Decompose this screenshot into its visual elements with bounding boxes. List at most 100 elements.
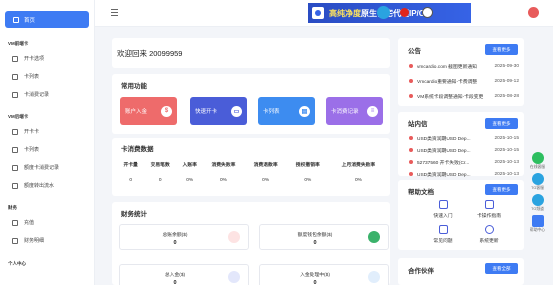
help-label: 快速入门: [433, 214, 453, 219]
transfer-icon: [12, 182, 18, 189]
floating-contact-bar: 在线客服 TG客服 TG频道 帮助中心: [527, 152, 548, 236]
finance-title: 财务统计: [121, 211, 147, 218]
stat-value: 0: [173, 280, 177, 285]
sidebar-section-vm-back: VM后端卡: [8, 114, 29, 119]
col-header: 上月消费失败率: [341, 162, 376, 168]
dollar-icon: $: [161, 105, 172, 117]
stat-total-deposit: 总入金($) 0: [119, 264, 249, 285]
deposit-label: 账户入金: [125, 109, 148, 115]
stat-cell: 0%: [304, 177, 312, 183]
list-item[interactable]: vmcardio.com 截图更新通知 2025-09-30: [409, 61, 519, 71]
item-title: USD类资润期USD Dep...: [417, 148, 471, 154]
fullscreen-icon[interactable]: [422, 7, 433, 18]
question-icon: [531, 215, 544, 227]
help-label: 常见问题: [433, 239, 453, 244]
sidebar-section-finance: 财务: [8, 205, 17, 210]
card-icon: [12, 128, 18, 135]
sidebar-item-card-consumption[interactable]: 卡消费记录: [12, 91, 49, 98]
sidebar-item-finance-detail[interactable]: 财务明细: [12, 237, 44, 244]
tg-support-button[interactable]: TG客服: [527, 173, 548, 191]
help-more-button[interactable]: 查看更多: [485, 184, 518, 195]
sidebar-item-open-card-options[interactable]: 开卡选项: [12, 55, 44, 62]
list-item[interactable]: USD类资润期USD Dep... 2025-10-15: [409, 145, 519, 155]
sidebar-item-label: 充值: [24, 220, 35, 226]
sidebar-item-label: 卡消费记录: [24, 92, 50, 98]
stat-label: 总入金($): [164, 273, 186, 278]
list-item[interactable]: 52737560 开卡失败(Cr... 2025-10-13: [409, 157, 519, 167]
col-header: 授权撤销率: [295, 162, 320, 168]
refresh-icon: [484, 225, 494, 234]
grid-icon: [438, 225, 448, 234]
stat-cell: 0%: [262, 177, 270, 183]
quick-open-card-button[interactable]: 快速开卡 ▭: [190, 97, 247, 125]
sidebar-item-label: 额度卡消费记录: [24, 165, 60, 171]
help-title: 帮助文档: [408, 189, 434, 196]
card-stats-table: 开卡量 交易笔数 入账率 消费失败率 消费退款率 授权撤销率 上月消费失败率 0…: [118, 158, 388, 190]
telegram-icon[interactable]: [377, 6, 390, 19]
card-list-button[interactable]: 卡列表 ▤: [258, 97, 315, 125]
wallet-icon: [368, 231, 380, 243]
bullet-icon: [409, 136, 413, 140]
help-faq[interactable]: 常见问题: [418, 225, 468, 244]
stat-cell: 0%: [354, 177, 362, 183]
hourglass-icon: [368, 271, 380, 283]
item-date: 2025-10-13: [494, 171, 519, 177]
list-icon: [12, 146, 18, 153]
help-quickstart[interactable]: 快速入门: [418, 200, 468, 219]
sidebar-item-quota-transfer[interactable]: 额度转出流水: [12, 182, 54, 189]
layers-icon: [438, 200, 448, 209]
list-item[interactable]: USD类资润期USD Dep... 2025-10-13: [409, 169, 519, 179]
topbar: 高纯净度 原生住宅代理IP/GB: [95, 0, 553, 27]
sidebar-section-profile: 个人中心: [8, 261, 26, 266]
online-support-button[interactable]: 在线客服: [527, 152, 548, 170]
menu-toggle-icon[interactable]: [111, 9, 118, 16]
home-icon: [13, 16, 19, 23]
help-label: 系统更新: [479, 239, 499, 244]
stat-cell: 0: [129, 177, 132, 183]
sidebar-item-card-list[interactable]: 卡列表: [12, 73, 39, 80]
help-center-button[interactable]: 帮助中心: [527, 215, 548, 233]
sidebar-item-label: 开卡卡: [24, 129, 40, 135]
avatar[interactable]: [528, 7, 539, 18]
ad-logo-icon: [312, 7, 324, 19]
ledger-icon: [12, 237, 18, 244]
language-flag-icon[interactable]: [400, 8, 409, 17]
stat-label: 总账余额($): [162, 233, 188, 238]
list-item[interactable]: Vmcardio重要通知-卡费调整 2025-09-12: [409, 76, 519, 86]
deposit-button[interactable]: 账户入金 $: [120, 97, 177, 125]
record-icon: ≡: [367, 105, 378, 117]
sidebar-item-open-card[interactable]: 开卡卡: [12, 128, 39, 135]
list-item[interactable]: USD类资润期USD Dep... 2025-10-15: [409, 133, 519, 143]
item-date: 2025-10-15: [494, 147, 519, 153]
item-title: vmcardio.com 截图更新通知: [417, 64, 477, 70]
stat-cell: 0%: [219, 177, 227, 183]
partners-more-button[interactable]: 查看全部: [485, 263, 518, 274]
item-title: USD类资润期USD Dep...: [417, 136, 471, 142]
col-header: 消费退款率: [253, 162, 278, 168]
help-card-guide[interactable]: 卡操作指南: [464, 200, 514, 219]
float-label: TG频道: [531, 207, 544, 211]
help-updates[interactable]: 系统更新: [464, 225, 514, 244]
sidebar-item-card-list-back[interactable]: 卡列表: [12, 146, 39, 153]
announcements-more-button[interactable]: 查看更多: [485, 44, 518, 55]
list-item[interactable]: VM系统卡段调整通知-卡段变更 2025-08-28: [409, 91, 519, 101]
dollar-icon: [12, 219, 18, 226]
record-icon: [12, 91, 18, 98]
card-consumption-button[interactable]: 卡消费记录 ≡: [326, 97, 383, 125]
quick-open-card-label: 快速开卡: [195, 109, 218, 115]
sidebar-item-recharge[interactable]: 充值: [12, 219, 34, 226]
messages-more-button[interactable]: 查看更多: [485, 118, 518, 129]
list-icon: ▤: [299, 105, 310, 117]
sidebar-item-label: 卡列表: [24, 74, 40, 80]
stat-cell: 0%: [186, 177, 194, 183]
chat-icon: [531, 152, 544, 164]
sidebar-item-quota-consumption[interactable]: 额度卡消费记录: [12, 164, 59, 171]
item-date: 2025-09-30: [494, 63, 519, 69]
telegram-icon: [531, 194, 544, 206]
sidebar-item-home[interactable]: 首页: [5, 11, 89, 28]
welcome-text: 欢迎回来 20099959: [117, 49, 183, 58]
sidebar-item-label: 卡列表: [24, 147, 40, 153]
item-title: VM系统卡段调整通知-卡段变更: [417, 94, 484, 100]
wallet-icon: [228, 231, 240, 243]
tg-channel-button[interactable]: TG频道: [527, 194, 548, 212]
